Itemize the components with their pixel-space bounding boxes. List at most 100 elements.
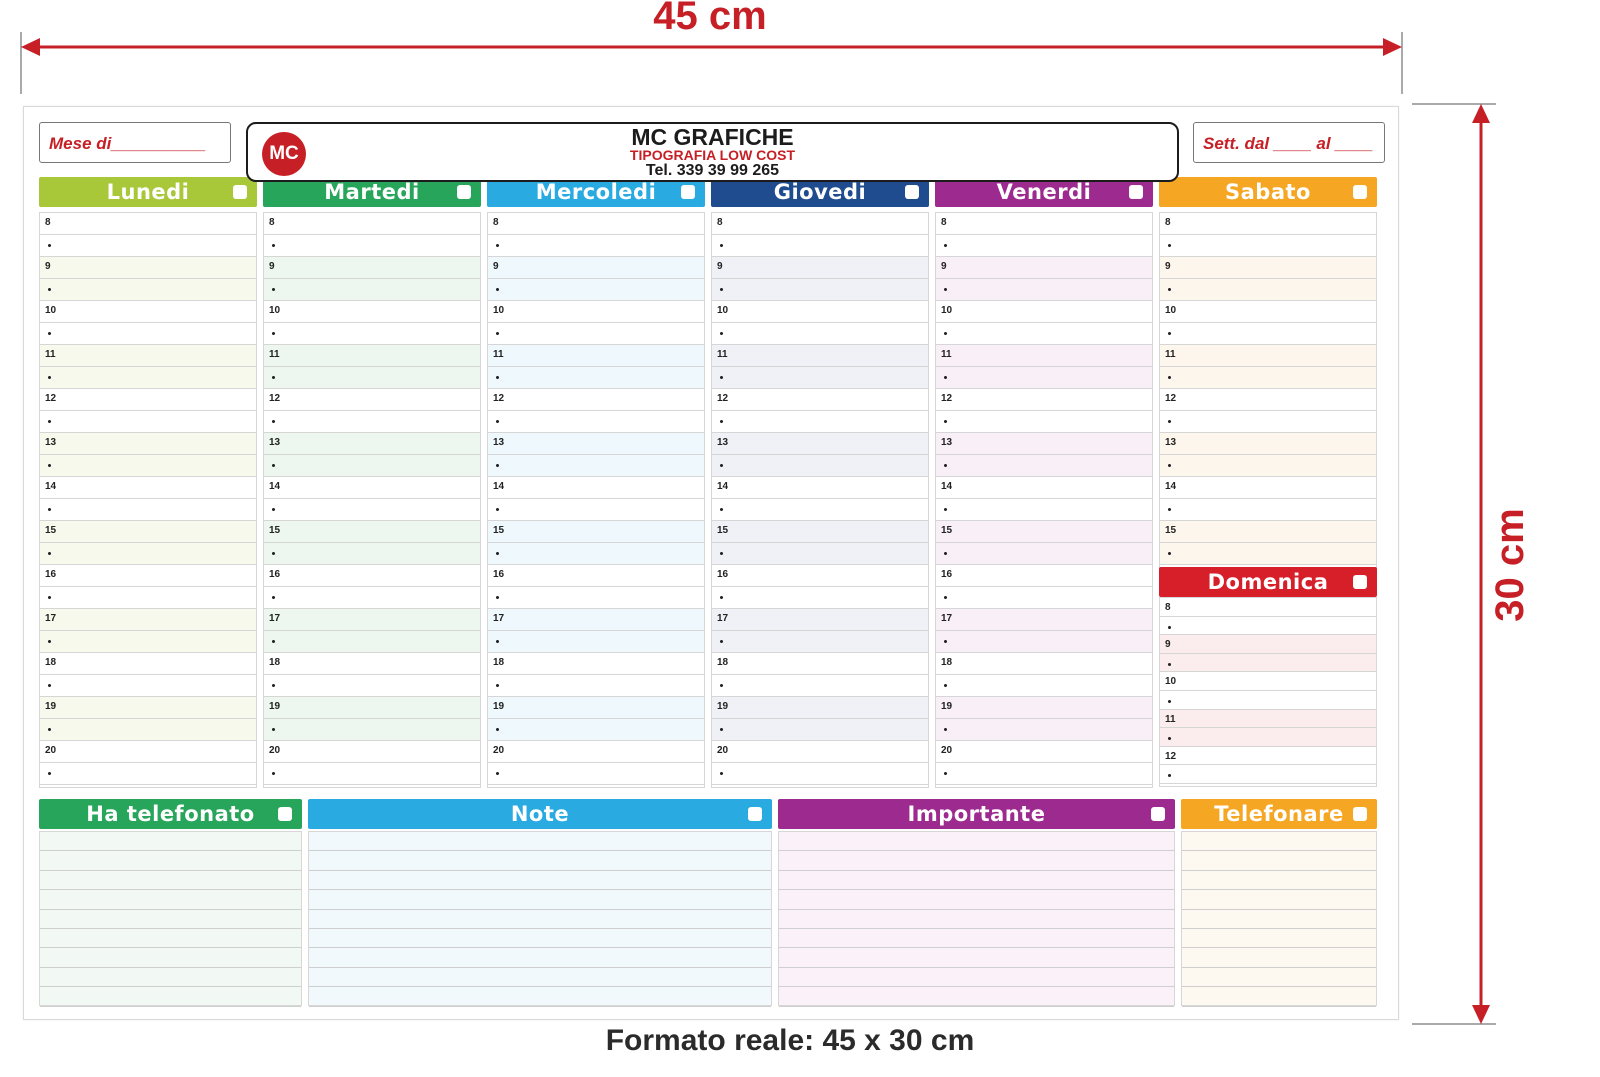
half-hour-slot[interactable]: [40, 279, 256, 301]
half-hour-slot[interactable]: [264, 279, 480, 301]
time-slot[interactable]: 20: [264, 741, 480, 763]
half-hour-slot[interactable]: [488, 411, 704, 433]
time-slot[interactable]: 11: [1160, 345, 1376, 367]
half-hour-slot[interactable]: [264, 631, 480, 653]
half-hour-slot[interactable]: [40, 631, 256, 653]
day-sabato-checkbox[interactable]: [1353, 185, 1367, 199]
writing-line[interactable]: [40, 832, 301, 852]
half-hour-slot[interactable]: [936, 499, 1152, 521]
half-hour-slot[interactable]: [40, 235, 256, 257]
time-slot[interactable]: 13: [936, 433, 1152, 455]
half-hour-slot[interactable]: [488, 543, 704, 565]
writing-line[interactable]: [309, 910, 771, 929]
half-hour-slot[interactable]: [936, 675, 1152, 697]
half-hour-slot[interactable]: [1160, 543, 1376, 565]
time-slot[interactable]: 17: [40, 609, 256, 631]
writing-line[interactable]: [40, 948, 301, 968]
day-lunedi-checkbox[interactable]: [233, 185, 247, 199]
half-hour-slot[interactable]: [936, 719, 1152, 741]
time-slot[interactable]: 16: [936, 565, 1152, 587]
writing-line[interactable]: [779, 968, 1174, 988]
half-hour-slot[interactable]: [488, 631, 704, 653]
writing-line[interactable]: [1182, 987, 1376, 1007]
half-hour-slot[interactable]: [1160, 367, 1376, 389]
time-slot[interactable]: 15: [1160, 521, 1376, 543]
half-hour-slot[interactable]: [712, 455, 928, 477]
time-slot[interactable]: 9: [1160, 635, 1376, 654]
half-hour-slot[interactable]: [712, 543, 928, 565]
half-hour-slot[interactable]: [264, 235, 480, 257]
time-slot[interactable]: 13: [488, 433, 704, 455]
half-hour-slot[interactable]: [712, 323, 928, 345]
time-slot[interactable]: 14: [712, 477, 928, 499]
time-slot[interactable]: 15: [40, 521, 256, 543]
half-hour-slot[interactable]: [712, 675, 928, 697]
half-hour-slot[interactable]: [488, 367, 704, 389]
section-note-checkbox[interactable]: [748, 807, 762, 821]
time-slot[interactable]: 19: [712, 697, 928, 719]
writing-line[interactable]: [309, 890, 771, 910]
half-hour-slot[interactable]: [488, 719, 704, 741]
time-slot[interactable]: 8: [264, 213, 480, 235]
time-slot[interactable]: 18: [264, 653, 480, 675]
section-importante-area[interactable]: [778, 831, 1175, 1007]
writing-line[interactable]: [779, 832, 1174, 852]
time-slot[interactable]: 12: [40, 389, 256, 411]
half-hour-slot[interactable]: [936, 323, 1152, 345]
half-hour-slot[interactable]: [1160, 728, 1376, 747]
half-hour-slot[interactable]: [264, 719, 480, 741]
half-hour-slot[interactable]: [936, 367, 1152, 389]
writing-line[interactable]: [40, 871, 301, 891]
half-hour-slot[interactable]: [264, 543, 480, 565]
time-slot[interactable]: 13: [40, 433, 256, 455]
writing-line[interactable]: [779, 851, 1174, 871]
half-hour-slot[interactable]: [1160, 411, 1376, 433]
writing-line[interactable]: [309, 948, 771, 968]
writing-line[interactable]: [309, 929, 771, 949]
time-slot[interactable]: 20: [40, 741, 256, 763]
time-slot[interactable]: 20: [936, 741, 1152, 763]
writing-line[interactable]: [309, 968, 771, 988]
half-hour-slot[interactable]: [936, 543, 1152, 565]
writing-line[interactable]: [779, 987, 1174, 1007]
half-hour-slot[interactable]: [936, 411, 1152, 433]
half-hour-slot[interactable]: [712, 367, 928, 389]
half-hour-slot[interactable]: [40, 675, 256, 697]
time-slot[interactable]: 20: [712, 741, 928, 763]
time-slot[interactable]: 17: [712, 609, 928, 631]
time-slot[interactable]: 19: [488, 697, 704, 719]
half-hour-slot[interactable]: [488, 499, 704, 521]
half-hour-slot[interactable]: [712, 719, 928, 741]
half-hour-slot[interactable]: [936, 631, 1152, 653]
half-hour-slot[interactable]: [936, 455, 1152, 477]
half-hour-slot[interactable]: [488, 455, 704, 477]
half-hour-slot[interactable]: [488, 279, 704, 301]
writing-line[interactable]: [309, 987, 771, 1007]
time-slot[interactable]: 9: [936, 257, 1152, 279]
writing-line[interactable]: [779, 948, 1174, 968]
half-hour-slot[interactable]: [40, 367, 256, 389]
time-slot[interactable]: 15: [712, 521, 928, 543]
time-slot[interactable]: 16: [488, 565, 704, 587]
time-slot[interactable]: 17: [264, 609, 480, 631]
half-hour-slot[interactable]: [1160, 690, 1376, 710]
writing-line[interactable]: [40, 890, 301, 910]
time-slot[interactable]: 13: [1160, 433, 1376, 455]
time-slot[interactable]: 17: [936, 609, 1152, 631]
half-hour-slot[interactable]: [1160, 653, 1376, 673]
half-hour-slot[interactable]: [712, 587, 928, 609]
time-slot[interactable]: 11: [712, 345, 928, 367]
half-hour-slot[interactable]: [1160, 235, 1376, 257]
writing-line[interactable]: [1182, 832, 1376, 852]
time-slot[interactable]: 8: [488, 213, 704, 235]
half-hour-slot[interactable]: [712, 499, 928, 521]
time-slot[interactable]: 11: [488, 345, 704, 367]
writing-line[interactable]: [1182, 929, 1376, 949]
time-slot[interactable]: 15: [264, 521, 480, 543]
time-slot[interactable]: 10: [264, 301, 480, 323]
writing-line[interactable]: [1182, 871, 1376, 891]
half-hour-slot[interactable]: [936, 763, 1152, 785]
half-hour-slot[interactable]: [488, 323, 704, 345]
writing-line[interactable]: [40, 929, 301, 949]
time-slot[interactable]: 11: [264, 345, 480, 367]
